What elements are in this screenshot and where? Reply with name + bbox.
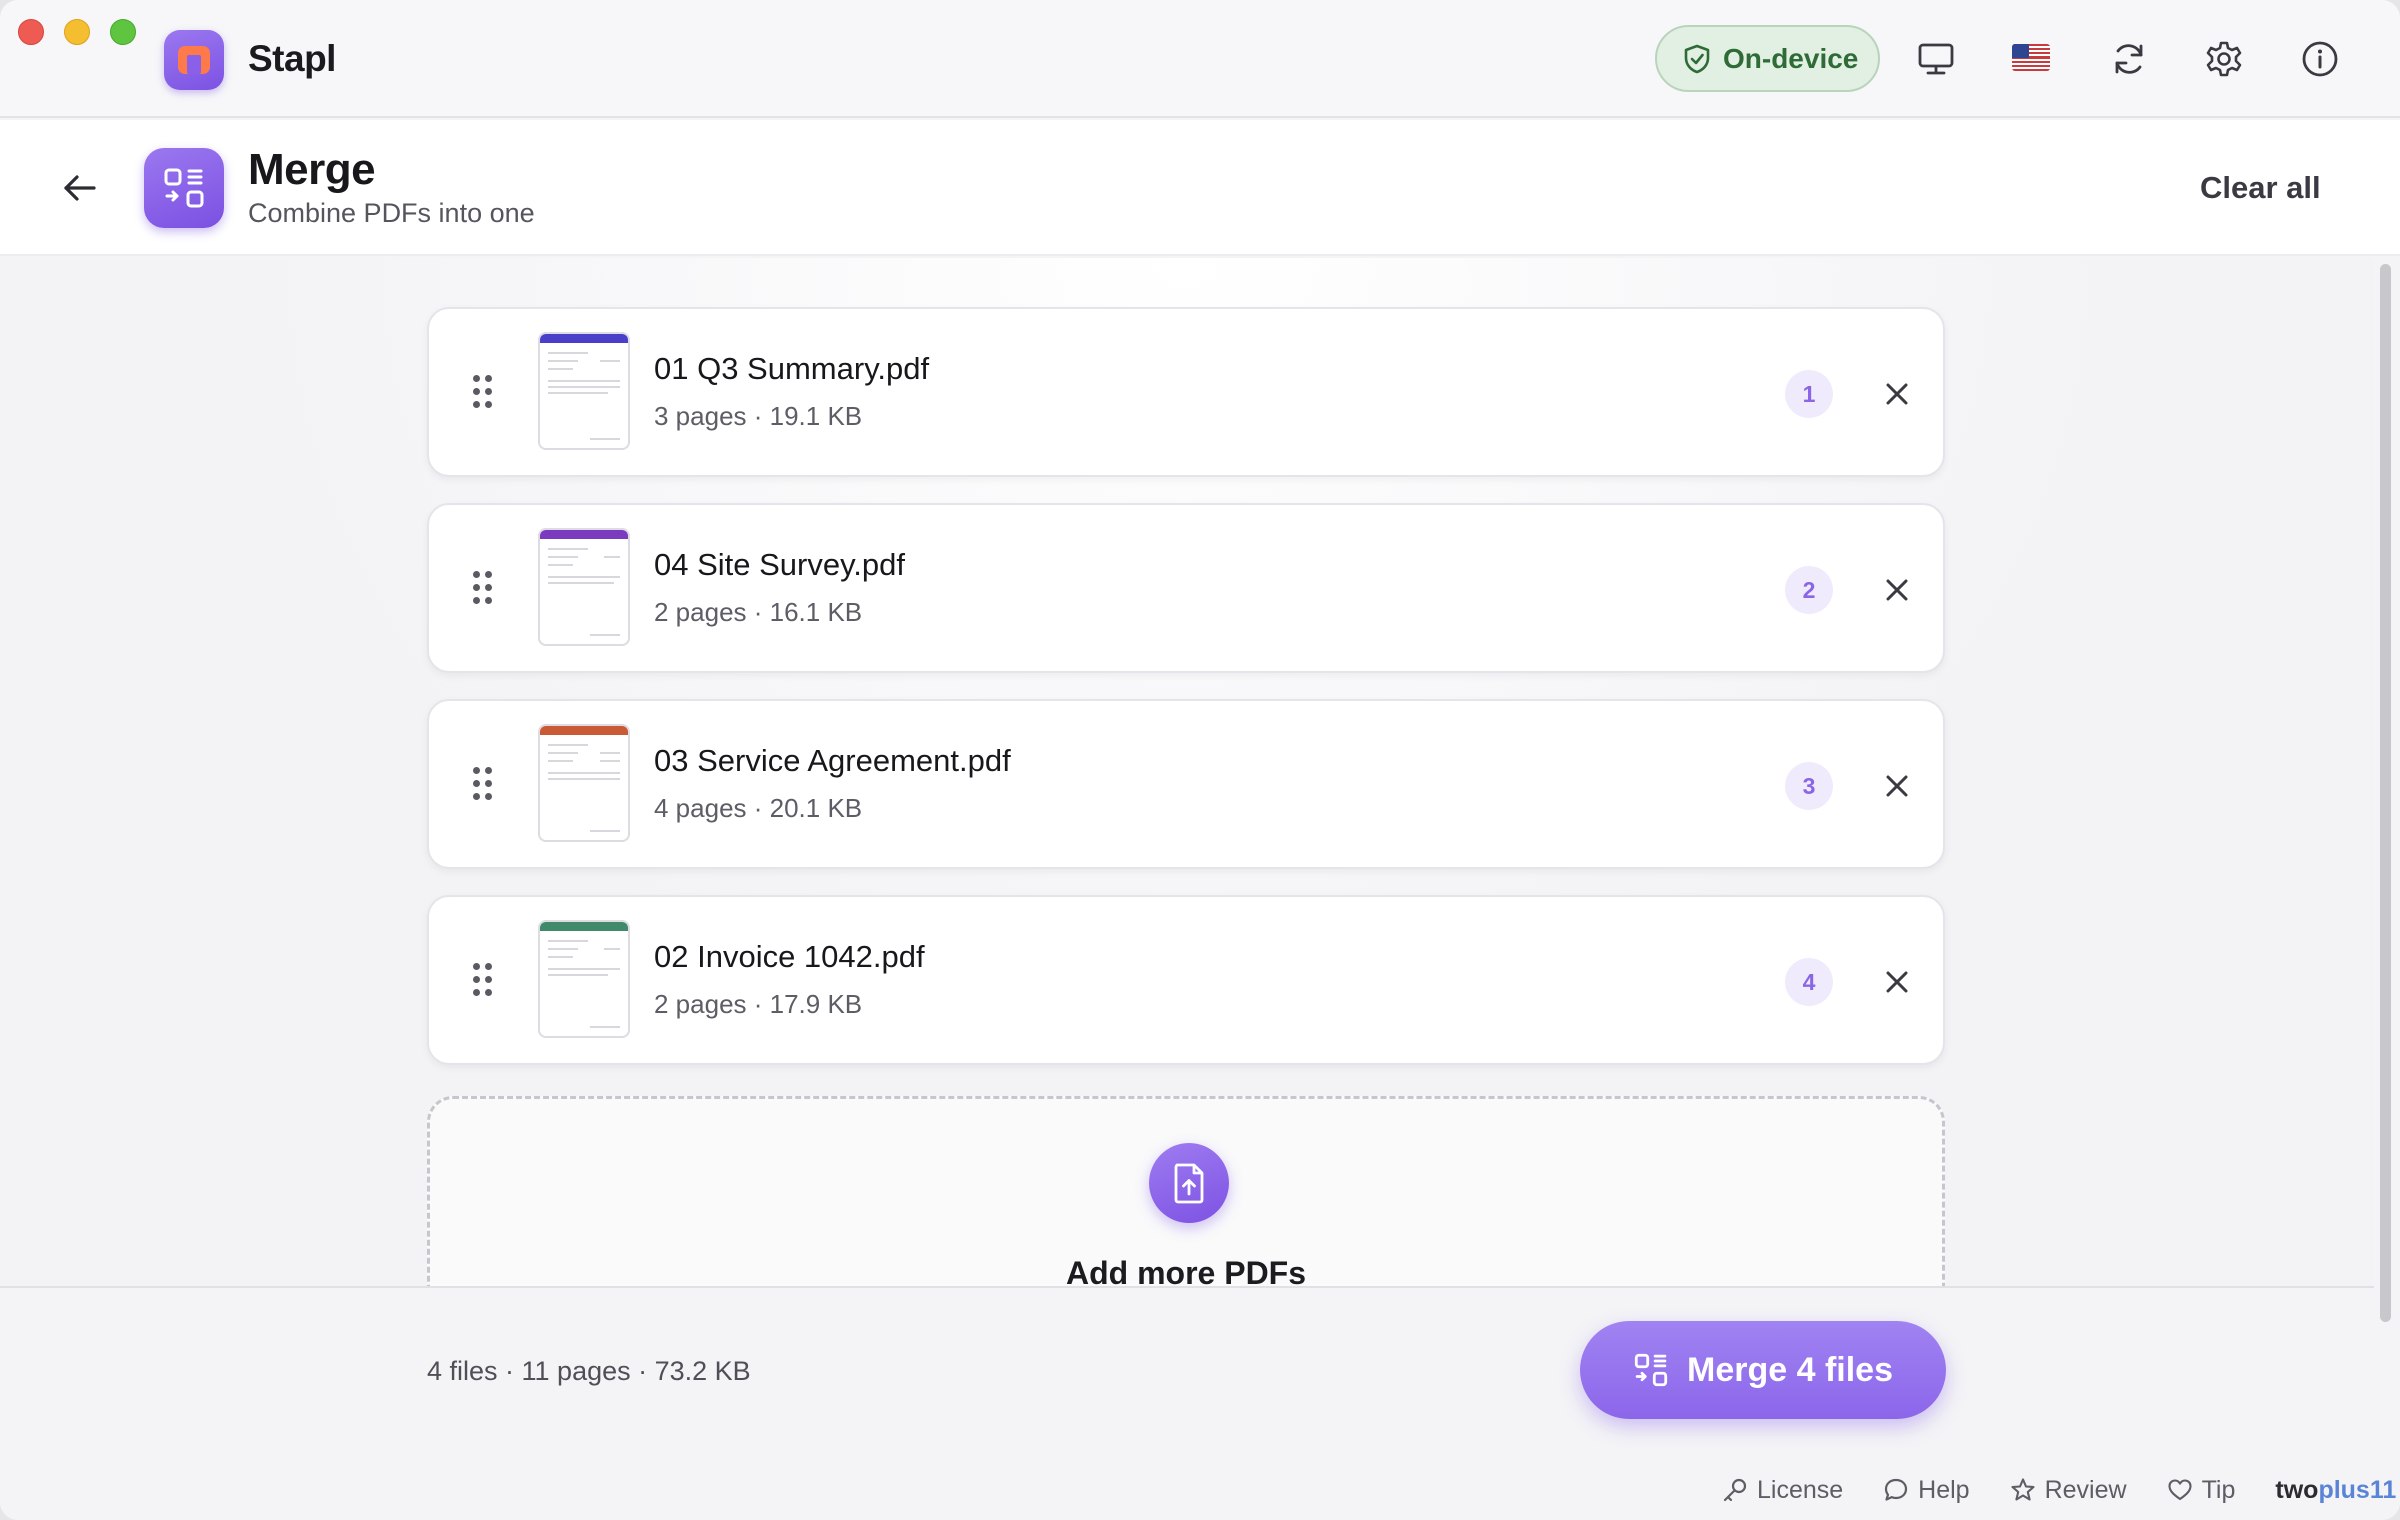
footer-links: License Help Review Tip twoplus11 bbox=[1722, 1472, 2396, 1508]
us-flag-icon[interactable] bbox=[2012, 44, 2050, 71]
merge-files-button[interactable]: Merge 4 files bbox=[1580, 1321, 1946, 1419]
pdf-thumbnail bbox=[538, 528, 630, 646]
brand-wordmark[interactable]: twoplus11 bbox=[2275, 1476, 2396, 1505]
shield-check-icon bbox=[1684, 44, 1710, 73]
remove-file-close-icon[interactable] bbox=[1881, 966, 1913, 998]
merge-icon bbox=[1634, 1353, 1668, 1387]
review-label: Review bbox=[2044, 1475, 2127, 1504]
order-badge: 1 bbox=[1785, 370, 1833, 418]
order-badge: 3 bbox=[1785, 762, 1833, 810]
pdf-thumbnail bbox=[538, 724, 630, 842]
merge-button-label: Merge 4 files bbox=[1687, 1350, 1893, 1389]
chat-bubble-icon bbox=[1885, 1478, 1908, 1501]
zoom-window-button[interactable] bbox=[110, 19, 136, 45]
license-label: License bbox=[1757, 1475, 1844, 1504]
brand-part-1: two bbox=[2275, 1475, 2319, 1504]
file-card[interactable]: 03 Service Agreement.pdf 4 pages · 20.1 … bbox=[427, 699, 1945, 869]
file-meta: 4 pages · 20.1 KB bbox=[654, 793, 863, 823]
remove-file-close-icon[interactable] bbox=[1881, 770, 1913, 802]
page-subtitle: Combine PDFs into one bbox=[248, 198, 535, 228]
star-icon bbox=[2011, 1478, 2035, 1501]
back-arrow-icon[interactable] bbox=[58, 166, 102, 210]
drag-handle-icon[interactable] bbox=[473, 571, 495, 605]
minimize-window-button[interactable] bbox=[64, 19, 90, 45]
pdf-thumbnail bbox=[538, 332, 630, 450]
files-summary: 4 files · 11 pages · 73.2 KB bbox=[427, 1356, 751, 1386]
merge-tool-icon bbox=[144, 148, 224, 228]
file-card[interactable]: 04 Site Survey.pdf 2 pages · 16.1 KB 2 bbox=[427, 503, 1945, 673]
on-device-label: On-device bbox=[1723, 42, 1859, 74]
page-title: Merge bbox=[248, 145, 376, 194]
on-device-badge[interactable]: On-device bbox=[1655, 25, 1880, 92]
drag-handle-icon[interactable] bbox=[473, 375, 495, 409]
file-name: 02 Invoice 1042.pdf bbox=[654, 939, 925, 974]
file-name: 01 Q3 Summary.pdf bbox=[654, 351, 930, 386]
app-name: Stapl bbox=[248, 38, 336, 79]
license-link[interactable]: License bbox=[1722, 1476, 1843, 1505]
settings-gear-icon[interactable] bbox=[2203, 38, 2245, 80]
tool-header: Merge Combine PDFs into one Clear all bbox=[0, 120, 2400, 256]
order-badge: 2 bbox=[1785, 566, 1833, 614]
remove-file-close-icon[interactable] bbox=[1881, 378, 1913, 410]
app-logo-icon bbox=[164, 30, 224, 90]
brand-part-2: plus11 bbox=[2318, 1475, 2397, 1504]
file-meta: 3 pages · 19.1 KB bbox=[654, 401, 863, 431]
file-upload-icon[interactable] bbox=[1149, 1143, 1229, 1223]
heart-icon bbox=[2168, 1479, 2192, 1501]
drag-handle-icon[interactable] bbox=[473, 963, 495, 997]
order-badge: 4 bbox=[1785, 958, 1833, 1006]
tip-link[interactable]: Tip bbox=[2167, 1475, 2236, 1505]
pdf-thumbnail-band bbox=[540, 334, 628, 343]
help-label: Help bbox=[1918, 1475, 1970, 1504]
file-name: 04 Site Survey.pdf bbox=[654, 547, 906, 582]
close-window-button[interactable] bbox=[18, 19, 44, 45]
display-icon[interactable] bbox=[1915, 38, 1957, 80]
scrollbar-thumb[interactable] bbox=[2380, 264, 2391, 1322]
file-name: 03 Service Agreement.pdf bbox=[654, 743, 1011, 778]
footer-bar: 4 files · 11 pages · 73.2 KB Merge 4 fil… bbox=[0, 1286, 2396, 1520]
pdf-thumbnail bbox=[538, 920, 630, 1038]
info-icon[interactable] bbox=[2299, 38, 2341, 80]
app-window: Stapl On-device Merge Combine PDFs into … bbox=[0, 0, 2400, 1520]
file-card[interactable]: 01 Q3 Summary.pdf 3 pages · 19.1 KB 1 bbox=[427, 307, 1945, 477]
key-icon bbox=[1723, 1478, 1747, 1502]
help-link[interactable]: Help bbox=[1883, 1475, 1970, 1505]
title-bar: Stapl On-device bbox=[0, 0, 2400, 118]
review-link[interactable]: Review bbox=[2010, 1476, 2127, 1505]
remove-file-close-icon[interactable] bbox=[1881, 574, 1913, 606]
clear-all-button[interactable]: Clear all bbox=[2200, 170, 2321, 206]
file-meta: 2 pages · 16.1 KB bbox=[654, 597, 863, 627]
file-meta: 2 pages · 17.9 KB bbox=[654, 989, 863, 1019]
file-card[interactable]: 02 Invoice 1042.pdf 2 pages · 17.9 KB 4 bbox=[427, 895, 1945, 1065]
tip-label: Tip bbox=[2201, 1475, 2236, 1504]
drag-handle-icon[interactable] bbox=[473, 767, 495, 801]
refresh-icon[interactable] bbox=[2108, 38, 2150, 80]
